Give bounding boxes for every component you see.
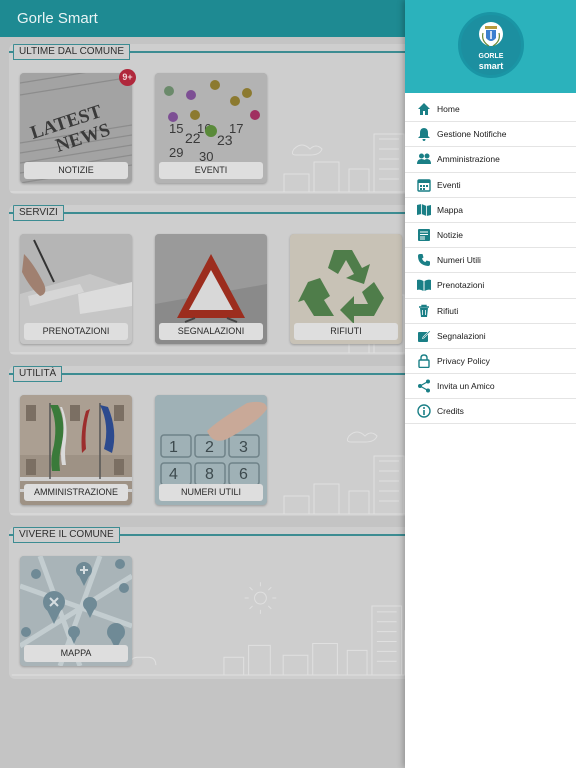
menu-label: Numeri Utili (437, 255, 481, 266)
menu-label: Invita un Amico (437, 381, 495, 392)
tile-notizie[interactable]: LATEST NEWS NOTIZIE (20, 73, 132, 183)
section-title: SERVIZI (13, 205, 64, 221)
logo-text-gorle: GORLE (478, 53, 504, 60)
home-icon (417, 102, 431, 116)
tile-label: SEGNALAZIONI (159, 323, 263, 340)
tile-prenotazioni[interactable]: PRENOTAZIONI (20, 234, 132, 344)
menu-item-amministrazione[interactable]: Amministrazione (405, 147, 576, 173)
menu-item-segnalazioni[interactable]: Segnalazioni (405, 324, 576, 349)
share-icon (417, 379, 431, 393)
app-logo: GORLE smart (458, 12, 524, 78)
section-title: VIVERE IL COMUNE (13, 527, 120, 543)
menu-label: Mappa (437, 204, 463, 215)
menu-item-privacy-policy[interactable]: Privacy Policy (405, 349, 576, 375)
app-title: Gorle Smart (17, 10, 98, 27)
svg-text:2: 2 (205, 439, 214, 456)
section-title: UTILITÀ (13, 366, 63, 382)
section-vivere-il-comune: VIVERE IL COMUNE MAPPA (9, 527, 429, 679)
map-icon (417, 203, 431, 217)
menu-item-numeri-utili[interactable]: Numeri Utili (405, 248, 576, 274)
svg-text:6: 6 (239, 466, 248, 483)
section-utilita: UTILITÀ AMMINISTRAZIONE 1 2 3 4 8 6 NUME… (9, 366, 429, 516)
menu-item-invita-un-amico[interactable]: Invita un Amico (405, 374, 576, 400)
people-icon (417, 152, 431, 166)
tile-label: MAPPA (24, 645, 128, 662)
menu-item-prenotazioni[interactable]: Prenotazioni (405, 273, 576, 299)
menu-label: Amministrazione (437, 154, 500, 165)
section-title: ULTIME DAL COMUNE (13, 44, 131, 60)
svg-text:8: 8 (205, 466, 214, 483)
section-divider (9, 373, 429, 375)
tile-label: EVENTI (159, 162, 263, 179)
menu-item-mappa[interactable]: Mappa (405, 198, 576, 223)
tile-eventi[interactable]: 15 16 17 22 23 29 30 EVENTI (155, 73, 267, 183)
menu-label: Credits (437, 406, 464, 417)
menu-label: Privacy Policy (437, 355, 490, 366)
drawer-header: GORLE smart (405, 0, 576, 93)
menu-item-gestione-notifiche[interactable]: Gestione Notifiche (405, 122, 576, 148)
menu-item-home[interactable]: Home (405, 97, 576, 123)
menu-item-notizie[interactable]: Notizie (405, 223, 576, 249)
tile-label: NOTIZIE (24, 162, 128, 179)
section-ultime-dal-comune: ULTIME DAL COMUNE LATEST NEWS NOTIZIE 9+… (9, 44, 429, 194)
menu-label: Prenotazioni (437, 280, 485, 291)
tile-label: PRENOTAZIONI (24, 323, 128, 340)
phone-icon (417, 253, 431, 267)
newspaper-icon (417, 228, 431, 242)
tile-label: NUMERI UTILI (159, 484, 263, 501)
notification-badge: 9+ (119, 69, 136, 86)
tile-label: AMMINISTRAZIONE (24, 484, 128, 501)
svg-text:3: 3 (239, 439, 248, 456)
tile-amministrazione[interactable]: AMMINISTRAZIONE (20, 395, 132, 505)
menu-label: Rifiuti (437, 305, 459, 316)
navigation-drawer: GORLE smart Home Gestione Notifiche Ammi… (405, 0, 576, 768)
edit-icon (417, 329, 431, 343)
menu-label: Home (437, 104, 460, 115)
tile-segnalazioni[interactable]: SEGNALAZIONI (155, 234, 267, 344)
menu-label: Gestione Notifiche (437, 129, 507, 140)
menu-label: Notizie (437, 230, 463, 241)
menu-item-eventi[interactable]: Eventi (405, 173, 576, 198)
tile-rifiuti[interactable]: RIFIUTI (290, 234, 402, 344)
lock-icon (417, 354, 431, 368)
bell-icon (417, 127, 431, 142)
menu-item-credits[interactable]: Credits (405, 399, 576, 425)
coat-of-arms-icon (479, 22, 503, 47)
tile-label: RIFIUTI (294, 323, 398, 340)
tile-numeri-utili[interactable]: 1 2 3 4 8 6 NUMERI UTILI (155, 395, 267, 505)
section-servizi: SERVIZI PRENOTAZIONI SEGNALAZIONI RIFIUT… (9, 205, 429, 355)
menu-item-rifiuti[interactable]: Rifiuti (405, 299, 576, 324)
svg-text:23: 23 (217, 132, 233, 148)
svg-text:15: 15 (169, 121, 183, 136)
logo-text-smart: smart (478, 61, 504, 71)
section-divider (9, 212, 429, 214)
svg-text:29: 29 (169, 145, 183, 160)
drawer-menu: Home Gestione Notifiche Amministrazione … (405, 97, 576, 425)
tile-mappa[interactable]: MAPPA (20, 556, 132, 666)
svg-text:1: 1 (169, 439, 178, 456)
menu-label: Segnalazioni (437, 330, 486, 341)
svg-text:22: 22 (185, 130, 201, 146)
trash-icon (417, 304, 431, 318)
info-icon (417, 404, 431, 419)
book-icon (417, 278, 431, 292)
calendar-icon (417, 178, 431, 192)
menu-label: Eventi (437, 179, 461, 190)
svg-text:4: 4 (169, 466, 178, 483)
